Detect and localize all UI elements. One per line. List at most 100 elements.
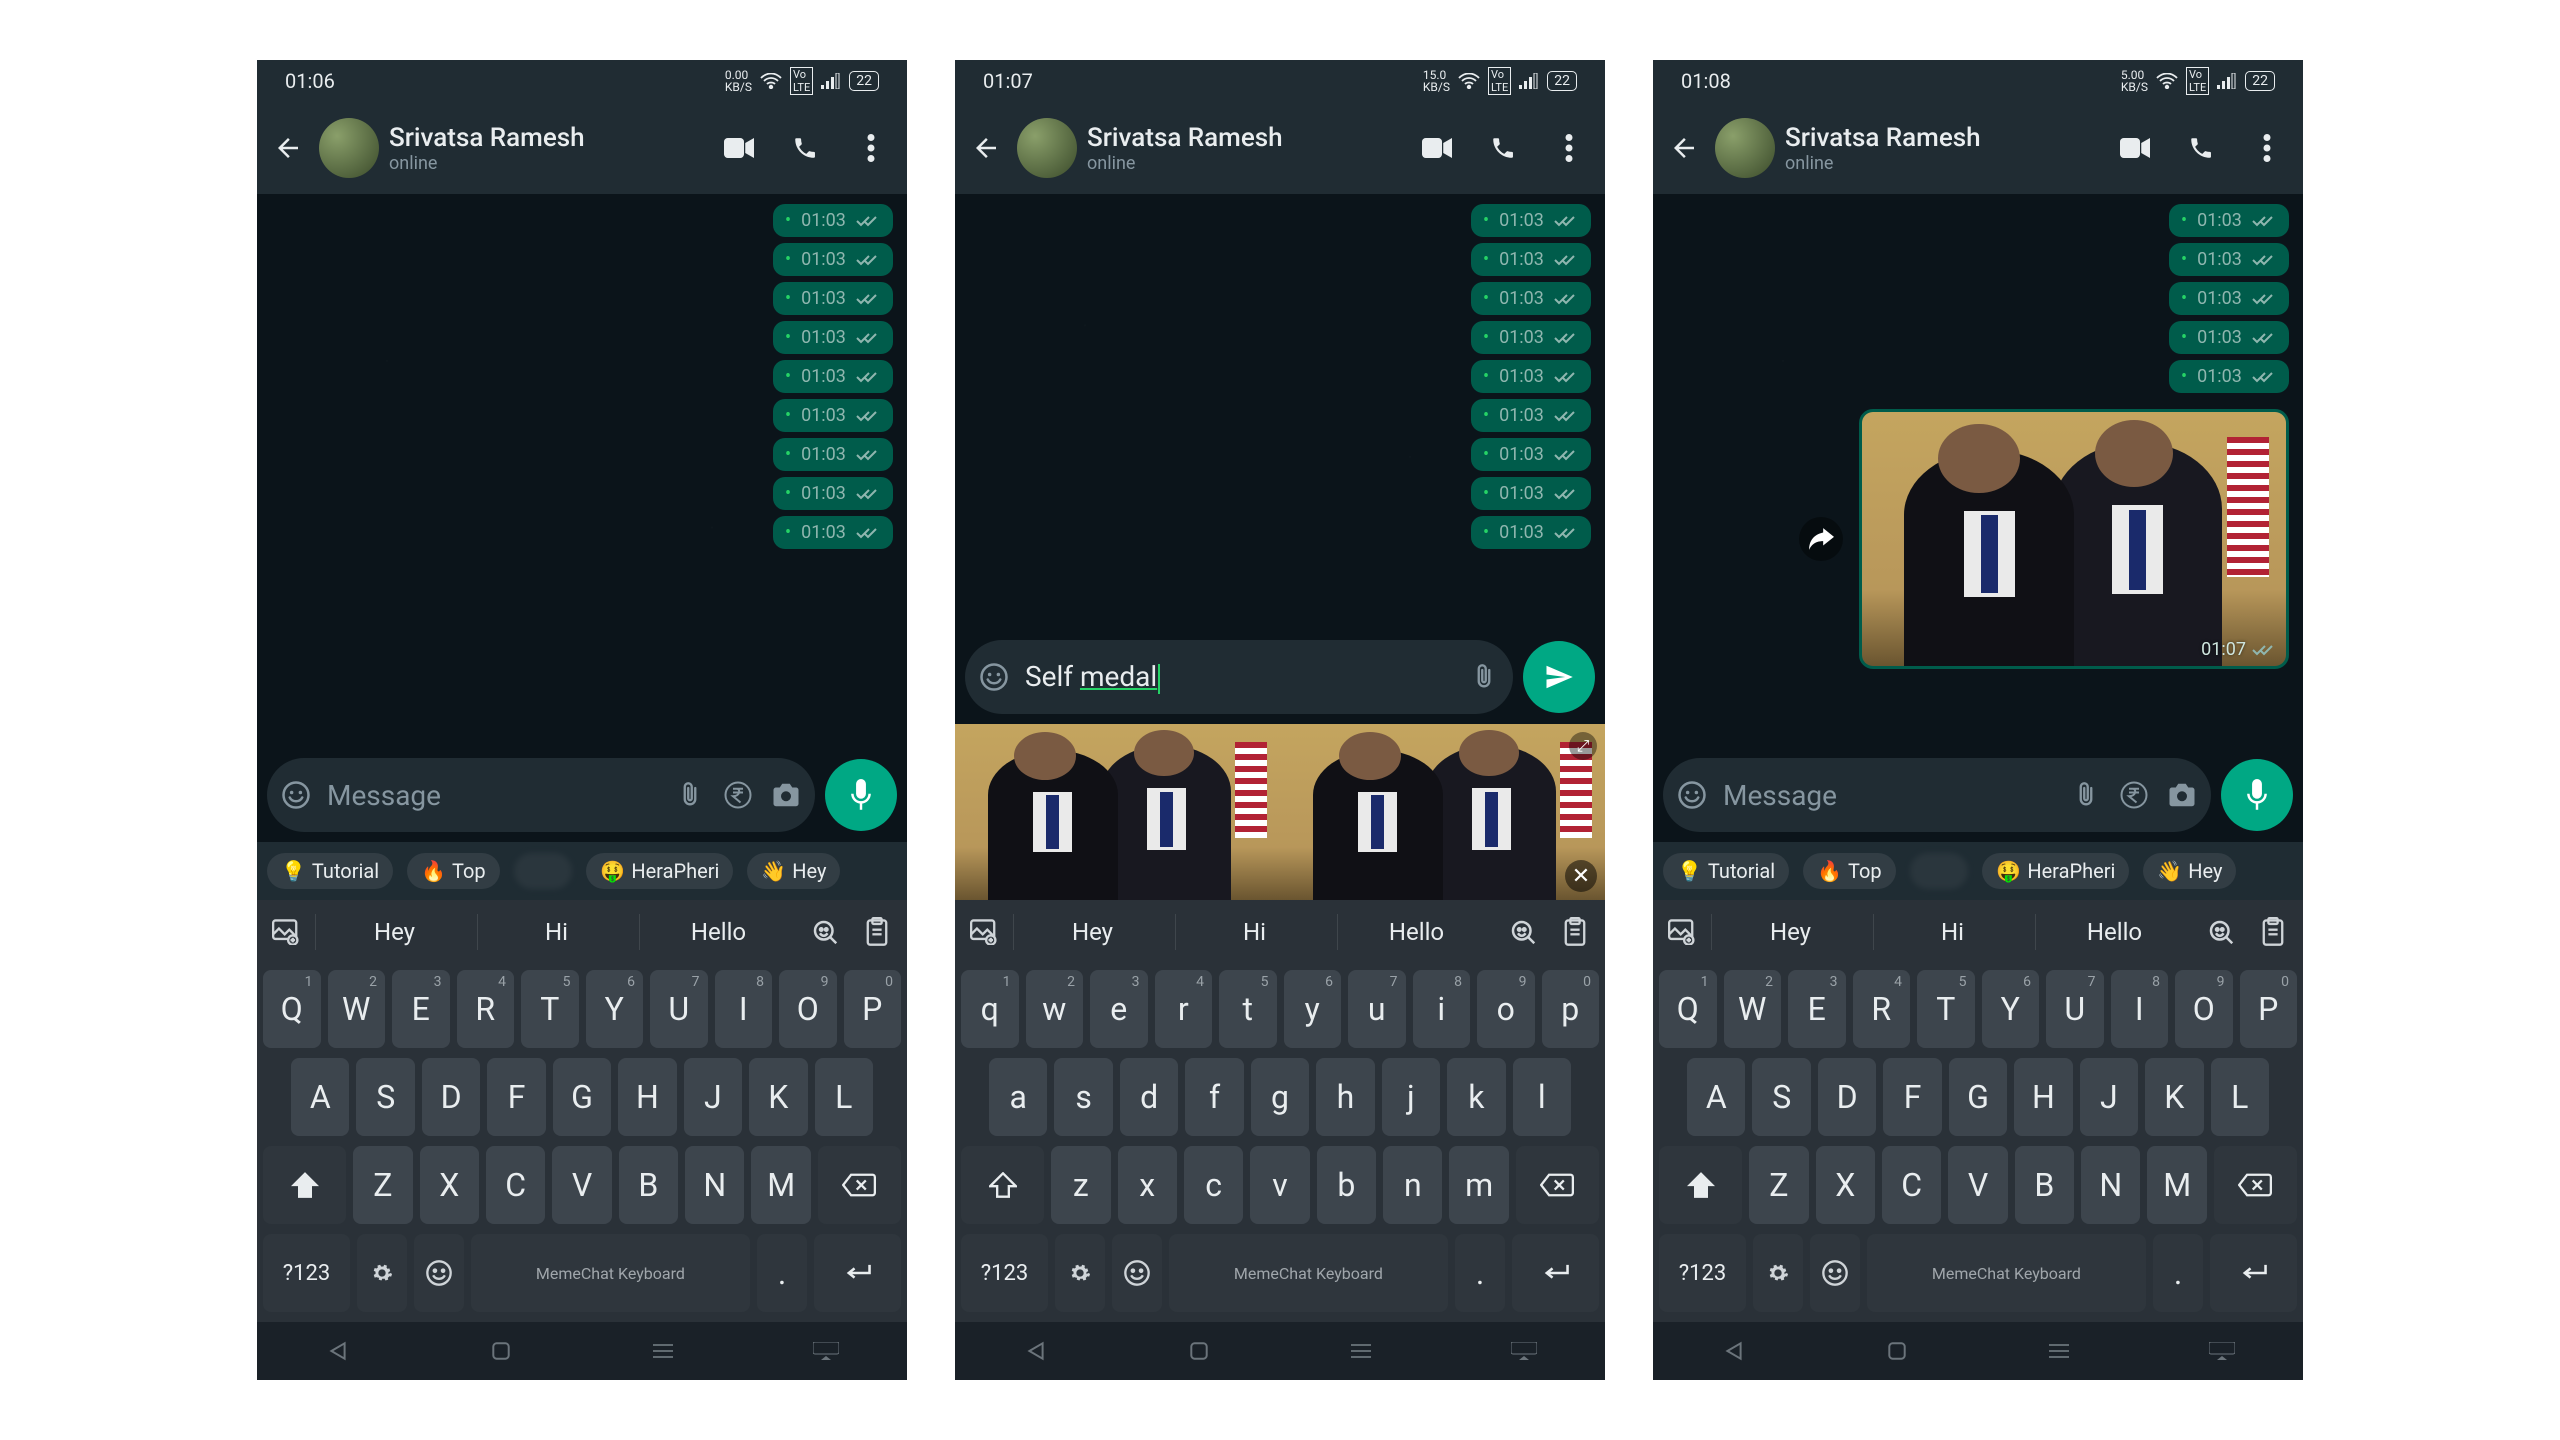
voice-call-button[interactable] <box>789 132 821 164</box>
nav-back-icon[interactable] <box>324 1337 352 1365</box>
key-i[interactable]: I8 <box>715 970 773 1048</box>
back-button[interactable] <box>965 133 1007 163</box>
key-e[interactable]: e3 <box>1090 970 1148 1048</box>
key-y[interactable]: y6 <box>1284 970 1342 1048</box>
settings-key[interactable] <box>357 1234 407 1312</box>
suggestion-2[interactable]: Hello <box>2035 914 2193 950</box>
emoji-button[interactable] <box>977 660 1011 694</box>
period-key[interactable]: . <box>757 1234 807 1312</box>
category-chip-row[interactable]: 💡 Tutorial 🔥 Top 🤑 HeraPheri 👋 Hey <box>1653 842 2303 900</box>
video-call-button[interactable] <box>2119 132 2151 164</box>
payment-button[interactable] <box>2117 778 2151 812</box>
key-c[interactable]: C <box>486 1146 545 1224</box>
attach-button[interactable] <box>1467 660 1501 694</box>
sent-message-bubble[interactable]: • 01:03 <box>2169 243 2289 276</box>
numeric-key[interactable]: ?123 <box>961 1234 1048 1312</box>
image-add-icon[interactable] <box>1659 908 1707 956</box>
sent-message-bubble[interactable]: • 01:03 <box>773 321 893 354</box>
key-m[interactable]: M <box>2147 1146 2206 1224</box>
key-z[interactable]: Z <box>353 1146 412 1224</box>
contact-info[interactable]: Srivatsa Ramesh online <box>389 123 713 174</box>
backspace-key[interactable] <box>1516 1146 1599 1224</box>
send-button[interactable] <box>1523 641 1595 713</box>
spacebar-key[interactable]: MemeChat Keyboard <box>1169 1234 1449 1312</box>
close-icon[interactable]: ✕ <box>1565 860 1597 892</box>
key-o[interactable]: o9 <box>1477 970 1535 1048</box>
category-chip-3[interactable]: 🤑 HeraPheri <box>586 853 733 889</box>
category-chip-0[interactable]: 💡 Tutorial <box>267 853 393 889</box>
message-input-box[interactable]: Message <box>1663 758 2211 832</box>
key-r[interactable]: R4 <box>1853 970 1911 1048</box>
message-text-input[interactable]: Self medal <box>1025 660 1453 694</box>
settings-key[interactable] <box>1055 1234 1105 1312</box>
key-s[interactable]: S <box>1752 1058 1810 1136</box>
voice-call-button[interactable] <box>1487 132 1519 164</box>
more-options-button[interactable] <box>2251 132 2283 164</box>
suggestion-1[interactable]: Hi <box>1175 914 1333 950</box>
suggestion-1[interactable]: Hi <box>477 914 635 950</box>
attach-button[interactable] <box>673 778 707 812</box>
key-a[interactable]: a <box>989 1058 1047 1136</box>
key-k[interactable]: K <box>749 1058 807 1136</box>
sent-message-bubble[interactable]: • 01:03 <box>2169 321 2289 354</box>
key-k[interactable]: k <box>1447 1058 1505 1136</box>
period-key[interactable]: . <box>2153 1234 2203 1312</box>
sent-message-bubble[interactable]: • 01:03 <box>773 438 893 471</box>
category-chip-1[interactable]: 🔥 Top <box>407 853 500 889</box>
emoji-button[interactable] <box>279 778 313 812</box>
category-chip-2[interactable] <box>514 853 573 889</box>
nav-back-icon[interactable] <box>1022 1337 1050 1365</box>
suggestion-0[interactable]: Hey <box>1013 914 1171 950</box>
key-v[interactable]: v <box>1250 1146 1309 1224</box>
voice-message-button[interactable] <box>825 759 897 831</box>
key-n[interactable]: N <box>685 1146 744 1224</box>
key-r[interactable]: R4 <box>457 970 515 1048</box>
key-q[interactable]: Q1 <box>1659 970 1717 1048</box>
contact-avatar[interactable] <box>319 118 379 178</box>
more-options-button[interactable] <box>855 132 887 164</box>
key-g[interactable]: G <box>553 1058 611 1136</box>
forward-button[interactable] <box>1799 517 1843 561</box>
voice-message-button[interactable] <box>2221 759 2293 831</box>
backspace-key[interactable] <box>818 1146 901 1224</box>
key-x[interactable]: X <box>1816 1146 1875 1224</box>
key-m[interactable]: M <box>751 1146 810 1224</box>
key-z[interactable]: z <box>1051 1146 1110 1224</box>
key-p[interactable]: P0 <box>2240 970 2298 1048</box>
emoji-button[interactable] <box>1675 778 1709 812</box>
sent-message-bubble[interactable]: • 01:03 <box>1471 360 1591 393</box>
sent-message-bubble[interactable]: • 01:03 <box>773 282 893 315</box>
suggestion-2[interactable]: Hello <box>639 914 797 950</box>
key-s[interactable]: s <box>1054 1058 1112 1136</box>
video-call-button[interactable] <box>1421 132 1453 164</box>
sent-message-bubble[interactable]: • 01:03 <box>773 243 893 276</box>
key-c[interactable]: C <box>1882 1146 1941 1224</box>
key-c[interactable]: c <box>1184 1146 1243 1224</box>
suggestion-0[interactable]: Hey <box>315 914 473 950</box>
key-v[interactable]: V <box>1948 1146 2007 1224</box>
key-o[interactable]: O9 <box>779 970 837 1048</box>
image-add-icon[interactable] <box>263 908 311 956</box>
nav-keyboard-icon[interactable] <box>2208 1337 2236 1365</box>
spacebar-key[interactable]: MemeChat Keyboard <box>1867 1234 2147 1312</box>
gif-search-icon[interactable] <box>2197 908 2245 956</box>
key-g[interactable]: g <box>1251 1058 1309 1136</box>
gif-search-icon[interactable] <box>801 908 849 956</box>
key-o[interactable]: O9 <box>2175 970 2233 1048</box>
key-z[interactable]: Z <box>1749 1146 1808 1224</box>
sent-message-bubble[interactable]: • 01:03 <box>773 477 893 510</box>
message-text-input[interactable]: Message <box>327 779 659 812</box>
nav-recent-icon[interactable] <box>2045 1337 2073 1365</box>
suggestion-2[interactable]: Hello <box>1337 914 1495 950</box>
key-w[interactable]: W2 <box>1724 970 1782 1048</box>
message-input-box[interactable]: Self medal <box>965 640 1513 714</box>
sent-message-bubble[interactable]: • 01:03 <box>1471 516 1591 549</box>
sent-message-bubble[interactable]: • 01:03 <box>1471 477 1591 510</box>
emoji-key[interactable] <box>1810 1234 1860 1312</box>
key-q[interactable]: Q1 <box>263 970 321 1048</box>
key-a[interactable]: A <box>1687 1058 1745 1136</box>
settings-key[interactable] <box>1753 1234 1803 1312</box>
category-chip-4[interactable]: 👋 Hey <box>2143 853 2236 889</box>
key-t[interactable]: t5 <box>1219 970 1277 1048</box>
nav-home-icon[interactable] <box>487 1337 515 1365</box>
